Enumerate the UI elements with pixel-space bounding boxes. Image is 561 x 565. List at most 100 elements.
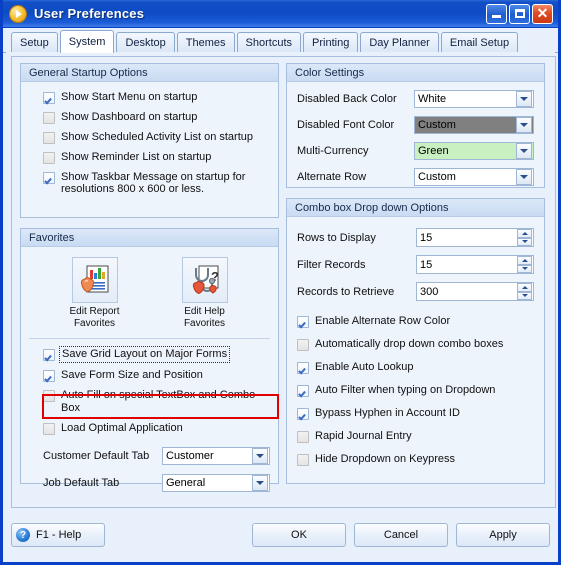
chevron-down-icon[interactable]: [516, 117, 532, 133]
stepper-buttons[interactable]: [517, 283, 532, 300]
ok-button[interactable]: OK: [252, 523, 346, 547]
checkbox-hide-dropdown-keypress[interactable]: Hide Dropdown on Keypress: [297, 453, 534, 466]
checkbox-save-grid-layout[interactable]: Save Grid Layout on Major Forms: [43, 346, 270, 363]
checkbox-show-start-menu[interactable]: Show Start Menu on startup: [43, 91, 270, 104]
caption-line-2: Favorites: [73, 318, 116, 329]
checkbox-save-form-size[interactable]: Save Form Size and Position: [43, 369, 270, 382]
report-chart-icon: [80, 265, 108, 293]
checkbox-label: Auto Fill on special TextBox and Combo B…: [61, 389, 256, 414]
checkbox-enable-auto-lookup[interactable]: Enable Auto Lookup: [297, 361, 534, 374]
checkbox-box: [297, 362, 309, 374]
stepper-down-icon[interactable]: [517, 237, 532, 246]
favorites-body: Edit Report Favorites ? Edit Help Favori…: [21, 247, 278, 492]
checkbox-box: [297, 454, 309, 466]
disabled-font-color-select[interactable]: Custom: [414, 116, 534, 134]
checkbox-show-scheduled-activity-list[interactable]: Show Scheduled Activity List on startup: [43, 131, 270, 144]
f1-help-label: F1 - Help: [36, 529, 82, 541]
tab-desktop[interactable]: Desktop: [116, 32, 175, 52]
minimize-button[interactable]: [486, 3, 507, 24]
color-settings-group: Color Settings Disabled Back Color White…: [286, 63, 545, 188]
dialog-footer: ? F1 - Help OK Cancel Apply: [11, 515, 550, 555]
checkbox-box: [43, 152, 55, 164]
chevron-down-icon[interactable]: [516, 169, 532, 185]
checkbox-show-taskbar-message[interactable]: Show Taskbar Message on startup for reso…: [43, 171, 270, 195]
multi-currency-label: Multi-Currency: [297, 145, 369, 157]
checkbox-load-optimal-application[interactable]: Load Optimal Application: [43, 422, 270, 435]
rows-to-display-row: Rows to Display 15: [297, 228, 534, 247]
checkbox-auto-filter-typing[interactable]: Auto Filter when typing on Dropdown: [297, 384, 534, 397]
disabled-back-color-select[interactable]: White: [414, 90, 534, 108]
chevron-down-icon[interactable]: [516, 143, 532, 159]
checkbox-rapid-journal-entry[interactable]: Rapid Journal Entry: [297, 430, 534, 443]
checkbox-label: Show Dashboard on startup: [61, 111, 198, 123]
checkbox-box: [297, 408, 309, 420]
alternate-row-select[interactable]: Custom: [414, 168, 534, 186]
stepper-up-icon[interactable]: [517, 229, 532, 238]
stepper-down-icon[interactable]: [517, 291, 532, 300]
filter-records-stepper[interactable]: 15: [416, 255, 534, 274]
job-default-tab-value: General: [166, 477, 206, 489]
checkbox-bypass-hyphen[interactable]: Bypass Hyphen in Account ID: [297, 407, 534, 420]
customer-default-tab-value: Customer: [166, 450, 214, 462]
favorites-buttons-row: Edit Report Favorites ? Edit Help Favori…: [29, 251, 270, 332]
stepper-down-icon[interactable]: [517, 264, 532, 273]
f1-help-button[interactable]: ? F1 - Help: [11, 523, 105, 547]
edit-report-favorites-item: Edit Report Favorites: [54, 257, 136, 330]
checkbox-auto-fill-special[interactable]: Auto Fill on special TextBox and Combo B…: [43, 389, 270, 415]
chevron-down-icon[interactable]: [252, 475, 268, 491]
job-default-tab-select[interactable]: General: [162, 474, 270, 492]
stepper-up-icon[interactable]: [517, 256, 532, 265]
checkbox-show-reminder-list[interactable]: Show Reminder List on startup: [43, 151, 270, 164]
checkbox-show-dashboard[interactable]: Show Dashboard on startup: [43, 111, 270, 124]
cancel-button[interactable]: Cancel: [354, 523, 448, 547]
checkbox-box: [43, 349, 55, 361]
tab-themes[interactable]: Themes: [176, 32, 235, 52]
tab-setup[interactable]: Setup: [11, 32, 58, 52]
filter-records-value: 15: [420, 258, 433, 271]
general-startup-group: General Startup Options Show Start Menu …: [20, 63, 279, 218]
tab-shortcuts[interactable]: Shortcuts: [236, 32, 302, 52]
combo-options-header: Combo box Drop down Options: [287, 199, 544, 217]
tab-email-setup[interactable]: Email Setup: [440, 32, 519, 52]
edit-help-favorites-caption: Edit Help Favorites: [164, 306, 246, 330]
chevron-down-icon[interactable]: [516, 91, 532, 107]
records-to-retrieve-row: Records to Retrieve 300: [297, 282, 534, 301]
user-preferences-dialog: User Preferences ✕ Setup System Desktop …: [0, 0, 561, 565]
tab-system[interactable]: System: [59, 30, 115, 53]
alternate-row-value: Custom: [418, 171, 456, 183]
customer-default-tab-select[interactable]: Customer: [162, 447, 270, 465]
caption-line-1: Edit Report: [69, 306, 120, 317]
edit-help-favorites-button[interactable]: ?: [181, 257, 228, 303]
checkbox-label: Automatically drop down combo boxes: [315, 338, 504, 350]
checkbox-box: [297, 339, 309, 351]
disabled-back-color-label: Disabled Back Color: [297, 93, 397, 105]
maximize-button[interactable]: [509, 3, 530, 24]
combo-options-body: Rows to Display 15 Filter Records 15 Rec…: [287, 217, 544, 466]
edit-report-favorites-button[interactable]: [71, 257, 118, 303]
close-button[interactable]: ✕: [532, 3, 553, 24]
stepper-buttons[interactable]: [517, 256, 532, 273]
stepper-buttons[interactable]: [517, 229, 532, 246]
tab-content-system: General Startup Options Show Start Menu …: [6, 52, 556, 559]
multi-currency-select[interactable]: Green: [414, 142, 534, 160]
checkbox-box: [43, 390, 55, 402]
checkbox-box: [43, 112, 55, 124]
tab-printing[interactable]: Printing: [303, 32, 359, 52]
disabled-font-color-value: Custom: [418, 119, 456, 131]
tab-day-planner[interactable]: Day Planner: [360, 32, 439, 52]
checkbox-label: Bypass Hyphen in Account ID: [315, 407, 460, 419]
edit-report-favorites-caption: Edit Report Favorites: [54, 306, 136, 330]
records-to-retrieve-stepper[interactable]: 300: [416, 282, 534, 301]
checkbox-auto-drop-down-combo[interactable]: Automatically drop down combo boxes: [297, 338, 534, 351]
apply-button[interactable]: Apply: [456, 523, 550, 547]
settings-panel: General Startup Options Show Start Menu …: [11, 56, 556, 508]
tab-strip: Setup System Desktop Themes Shortcuts Pr…: [3, 28, 558, 53]
color-settings-header: Color Settings: [287, 64, 544, 82]
stepper-up-icon[interactable]: [517, 283, 532, 292]
job-default-tab-row: Job Default Tab General: [43, 474, 270, 492]
general-startup-body: Show Start Menu on startup Show Dashboar…: [21, 82, 278, 202]
help-question-icon: ?: [16, 528, 30, 542]
chevron-down-icon[interactable]: [252, 448, 268, 464]
rows-to-display-stepper[interactable]: 15: [416, 228, 534, 247]
checkbox-enable-alternate-row-color[interactable]: Enable Alternate Row Color: [297, 315, 534, 328]
